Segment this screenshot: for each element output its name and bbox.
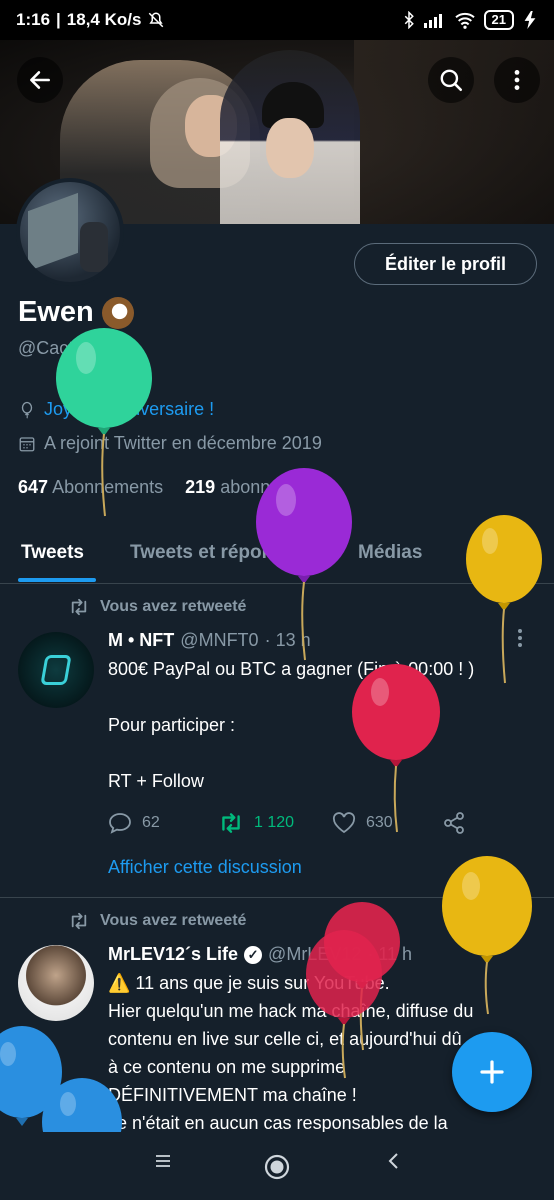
- retweet-context: Vous avez retweeté: [68, 598, 246, 616]
- tweet-header: M • NFT @MNFT0 · 13 h: [108, 630, 311, 651]
- followers-count: 219: [185, 477, 216, 497]
- tweet-actions: 62 1 120 630: [108, 808, 528, 838]
- followers-label: abonnés: [220, 477, 290, 497]
- following-count: 647: [18, 477, 49, 497]
- back-arrow-icon: [30, 71, 50, 89]
- profile-handle: @Cactus_bs: [18, 338, 122, 358]
- followers-link[interactable]: 219 abonnés: [185, 477, 289, 498]
- more-vertical-icon: [514, 70, 520, 90]
- retweet-icon: [222, 813, 240, 833]
- follow-stats: 647 Abonnements 219 abonnés: [18, 477, 289, 498]
- tab-tweets-replies[interactable]: Tweets et réponses: [130, 542, 305, 564]
- charging-icon: [524, 11, 536, 29]
- more-options-button[interactable]: [494, 57, 540, 103]
- tweet-username: @MNFT0: [180, 630, 259, 650]
- retweet-count: 1 120: [254, 814, 295, 831]
- status-speed: 18,4 Ko/s: [66, 10, 142, 29]
- battery-indicator: 21: [483, 10, 514, 30]
- balloon-icon: [21, 401, 33, 419]
- birthday-text[interactable]: Joyeux anniversaire !: [44, 399, 214, 420]
- nav-back-button[interactable]: [386, 1152, 402, 1175]
- active-tab-indicator: [18, 578, 96, 582]
- tweet-time: · 11 h: [367, 944, 413, 964]
- share-icon: [444, 812, 464, 834]
- calendar-icon: [19, 436, 35, 451]
- balloon-decoration-blue: [0, 1026, 62, 1126]
- tweet-header: MrLEV12´s Life ✓ @MrLEV12 · 11 h: [108, 944, 412, 965]
- joined-text: A rejoint Twitter en décembre 2019: [44, 433, 322, 453]
- tweet-time: · 13 h: [264, 630, 311, 650]
- mute-icon: [149, 12, 164, 28]
- nav-menu-button[interactable]: [154, 1152, 172, 1175]
- tweet-text: 800€ PayPal ou BTC a gagner (Fin à 00:00…: [108, 659, 475, 791]
- retweet-context: Vous avez retweeté: [68, 912, 246, 930]
- bluetooth-icon: [404, 11, 414, 29]
- tweet-avatar[interactable]: [18, 945, 94, 1021]
- back-button[interactable]: [17, 57, 63, 103]
- retweet-icon: [71, 598, 87, 616]
- retweet-button[interactable]: 1 120: [218, 812, 294, 834]
- tweet-divider: [0, 897, 554, 898]
- compose-tweet-button[interactable]: [452, 1032, 532, 1112]
- tweet-avatar[interactable]: [18, 632, 94, 708]
- like-button[interactable]: 630: [332, 812, 393, 834]
- reply-button[interactable]: 62: [108, 812, 160, 834]
- system-navigation-bar: [0, 1132, 554, 1200]
- profile-tabs: Tweets Tweets et réponses Médias J'aime: [0, 530, 554, 584]
- wifi-icon: [454, 12, 475, 29]
- retweet-context-label: Vous avez retweeté: [100, 912, 247, 929]
- profile-name-row: Ewen: [18, 296, 134, 329]
- show-thread-link[interactable]: Afficher cette discussion: [108, 857, 302, 878]
- search-button[interactable]: [428, 57, 474, 103]
- nav-home-icon: [264, 1154, 290, 1180]
- reply-icon: [109, 813, 131, 834]
- following-label: Abonnements: [52, 477, 164, 497]
- following-link[interactable]: 647 Abonnements: [18, 477, 163, 498]
- birthday-row: Joyeux anniversaire !: [18, 399, 214, 420]
- share-button[interactable]: [442, 811, 466, 835]
- reply-count: 62: [142, 814, 160, 831]
- retweet-icon: [71, 912, 87, 930]
- status-bar: 1:16 | 18,4 Ko/s 21: [0, 0, 554, 40]
- tab-media[interactable]: Médias: [358, 542, 422, 564]
- like-count: 630: [366, 814, 393, 831]
- tweet-username: @MrLEV12: [268, 944, 362, 964]
- tab-tweets[interactable]: Tweets: [21, 542, 84, 564]
- more-vertical-icon: [518, 629, 522, 647]
- profile-name: Ewen: [18, 296, 94, 328]
- edit-profile-button[interactable]: Éditer le profil: [354, 243, 537, 285]
- coconut-emoji-icon: [101, 296, 134, 329]
- like-icon: [332, 812, 356, 834]
- compose-plus-icon: [480, 1060, 504, 1084]
- nav-home-button[interactable]: [264, 1154, 290, 1185]
- profile-avatar[interactable]: [16, 178, 124, 286]
- tweet-author[interactable]: M • NFT: [108, 630, 174, 651]
- search-icon: [440, 69, 463, 92]
- status-time: 1:16: [16, 10, 51, 29]
- tweet-author[interactable]: MrLEV12´s Life: [108, 944, 238, 965]
- tweet-more-button[interactable]: [516, 628, 524, 654]
- joined-row: A rejoint Twitter en décembre 2019: [18, 433, 322, 454]
- tab-likes[interactable]: J'aime: [476, 542, 534, 564]
- signal-icon: [423, 14, 442, 28]
- tweet-text: ⚠️ 11 ans que je suis sur YouTube. Hier …: [108, 973, 474, 1133]
- verified-badge-icon: ✓: [244, 945, 263, 964]
- retweet-context-label: Vous avez retweeté: [100, 598, 247, 615]
- nav-back-icon: [388, 1153, 398, 1169]
- nav-menu-icon: [156, 1155, 170, 1167]
